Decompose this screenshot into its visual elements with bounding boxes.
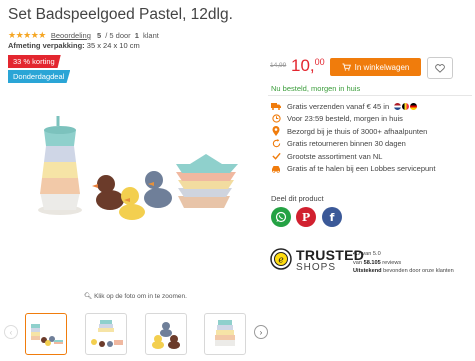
rating-score-suffix: / 5 door — [103, 31, 133, 40]
magnifier-icon: 🔍︎ — [84, 293, 93, 300]
product-title: Set Badspeelgoed Pastel, 12dlg. — [8, 6, 233, 23]
packaging-value: 35 x 24 x 10 cm — [84, 41, 140, 50]
share-title: Deel dit product — [271, 194, 324, 203]
ts-reviews-prefix: van — [353, 259, 364, 266]
whatsapp-share-button[interactable] — [271, 207, 291, 227]
thumbnail-image — [91, 320, 123, 347]
car-icon — [271, 164, 281, 173]
country-flags — [394, 102, 418, 110]
usp-item: Voor 23:59 besteld, morgen in huis — [271, 113, 435, 126]
thumbnail-image — [152, 322, 180, 349]
rating-count-suffix: klant — [140, 31, 159, 40]
thumbnail-image — [31, 324, 63, 346]
heart-icon — [435, 63, 445, 73]
usp-list: Gratis verzenden vanaf € 45 in Voor 23:5… — [271, 100, 435, 175]
ts-reviews-count: 58.105 — [363, 259, 381, 266]
packaging-label: Afmeting verpakking: — [8, 41, 85, 50]
ts-score-suffix: van 5.0 — [360, 251, 381, 257]
product-main-image[interactable] — [30, 100, 245, 220]
trusted-shops-seal-icon[interactable]: e — [270, 248, 292, 270]
ts-verdict-suffix: bevonden door onze klanten — [381, 268, 454, 274]
current-price: 10,00 — [291, 56, 325, 76]
clock-icon — [271, 114, 281, 123]
chevron-left-icon: ‹ — [9, 327, 13, 337]
trusted-shops-shops: SHOPS — [296, 262, 337, 273]
zoom-hint: 🔍︎ Klik op de foto om in te zoomen. — [84, 292, 187, 300]
gallery-thumbnail[interactable] — [25, 313, 67, 355]
usp-text: Bezorgd bij je thuis of 3000+ afhaalpunt… — [287, 126, 428, 136]
usp-text: Voor 23:59 besteld, morgen in huis — [287, 114, 403, 124]
gallery-thumbnail[interactable] — [145, 313, 187, 355]
stock-status: Nu besteld, morgen in huis — [271, 84, 361, 93]
packaging-dimensions: Afmeting verpakking: 35 x 24 x 10 cm — [8, 41, 140, 50]
location-pin-icon — [271, 126, 281, 137]
facebook-share-button[interactable]: f — [322, 207, 342, 227]
chevron-right-icon: › — [259, 327, 263, 337]
zoom-hint-text: Klik op de foto om in te zoomen. — [94, 293, 187, 300]
usp-text: Gratis verzenden vanaf € 45 in — [287, 101, 392, 111]
wishlist-button[interactable] — [427, 57, 453, 79]
usp-item: Grootste assortiment van NL — [271, 150, 435, 163]
nl-flag-icon — [394, 102, 402, 110]
gallery-prev-button[interactable]: ‹ — [4, 325, 18, 339]
svg-text:e: e — [278, 256, 283, 266]
truck-icon — [271, 102, 281, 111]
gallery-thumbnail[interactable] — [204, 313, 246, 355]
usp-text: Gratis retourneren binnen 30 dagen — [287, 139, 406, 149]
rating-score: 5 — [96, 31, 102, 40]
rating-row: ★★★★★ Beoordeling 5 / 5 door 1 klant — [8, 30, 159, 41]
ts-score: 4.7 — [353, 251, 361, 257]
price-main: 10, — [291, 56, 315, 75]
rating-stars: ★★★★★ — [8, 30, 46, 40]
deal-badge: Donderdagdeal — [8, 70, 71, 83]
trusted-shops-info: 4.7 van 5.0 van 58.105 reviews Uitsteken… — [353, 250, 454, 276]
gallery-next-button[interactable]: › — [254, 325, 268, 339]
de-flag-icon — [410, 102, 418, 110]
reviews-link[interactable]: Beoordeling — [51, 31, 91, 40]
whatsapp-icon — [275, 211, 287, 223]
usp-text: Grootste assortiment van NL — [287, 151, 383, 161]
pinterest-share-button[interactable]: P — [296, 207, 316, 227]
usp-item: Bezorgd bij je thuis of 3000+ afhaalpunt… — [271, 125, 435, 138]
ts-reviews-suffix: reviews — [380, 259, 402, 266]
usp-item: Gratis af te halen bij een Lobbes servic… — [271, 163, 435, 176]
ts-verdict: Uitstekend — [353, 268, 382, 274]
add-to-cart-label: In winkelwagen — [354, 62, 410, 72]
checkmark-icon — [271, 152, 281, 161]
return-icon — [271, 139, 281, 148]
usp-item: Gratis verzenden vanaf € 45 in — [271, 100, 435, 113]
discount-badge: 33 % korting — [8, 55, 61, 68]
be-flag-icon — [402, 102, 410, 110]
cart-icon — [342, 63, 351, 71]
facebook-icon: f — [329, 210, 335, 224]
old-price: 14,99 — [270, 62, 287, 69]
usp-text: Gratis af te halen bij een Lobbes servic… — [287, 164, 436, 174]
gallery-thumbnail[interactable] — [85, 313, 127, 355]
pinterest-icon: P — [301, 210, 311, 224]
rating-count: 1 — [134, 31, 139, 40]
price-cents: 00 — [314, 57, 325, 68]
usp-item: Gratis retourneren binnen 30 dagen — [271, 138, 435, 151]
thumbnail-image — [215, 320, 235, 346]
add-to-cart-button[interactable]: In winkelwagen — [330, 58, 421, 76]
divider — [268, 95, 472, 96]
